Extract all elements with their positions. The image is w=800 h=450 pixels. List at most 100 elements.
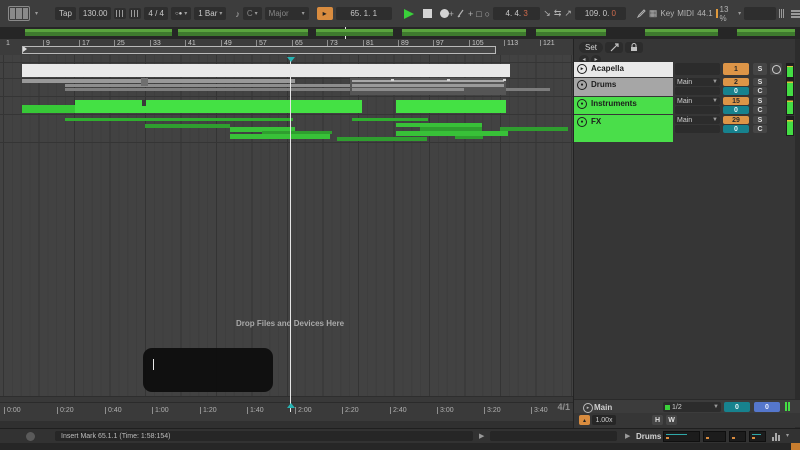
track-fold-icon[interactable]: ● [577,80,587,90]
mixer-view-icon[interactable] [779,9,784,19]
track-name-band[interactable]: ● FX [574,115,673,142]
key-map-button[interactable]: Key [660,7,674,20]
nudge-up-button[interactable] [129,8,141,19]
help-icon[interactable] [26,432,35,441]
track-header-drums[interactable]: ● Drums Main▼ 2 0 S C [574,78,800,96]
solo-button[interactable]: S [753,78,767,86]
panel-scrollbar[interactable] [795,39,800,428]
beat-time-ruler[interactable]: 191725334149576573818997105113121 [0,39,573,56]
resize-corner-icon[interactable] [791,443,800,450]
track-name-band[interactable]: ● Instruments [574,97,673,114]
grid-value-menu[interactable]: 1/2 ▼ [663,402,721,412]
follow-button[interactable]: ▸ [317,7,333,20]
clip[interactable] [22,64,510,77]
punch-out-icon[interactable]: ↗ [564,7,572,20]
playback-speed-field[interactable]: 1.00x [592,415,616,425]
clip[interactable] [500,127,568,131]
metronome-dropdown-icon[interactable]: ▾ [184,10,187,17]
capture-midi-icon[interactable]: □ [476,7,481,20]
midi-map-button[interactable]: MIDI [677,7,694,20]
automation-arm-icon[interactable] [457,7,465,20]
link-icon[interactable] [605,42,623,53]
track-header-fx[interactable]: ● FX Main▼ 29 0 S C [574,115,800,142]
device-thumbnail[interactable] [663,431,700,442]
hear-button[interactable]: H [652,415,663,425]
expand-arrow-icon[interactable]: ▶ [479,432,484,440]
stop-button[interactable] [423,9,432,18]
quantize-dropdown-icon[interactable]: ▾ [219,10,222,17]
cue-button[interactable]: C [753,87,767,95]
main-fold-icon[interactable]: ▸ [583,403,593,413]
routing-menu[interactable]: Main▼ [675,78,720,86]
track-header-instruments[interactable]: ● Instruments Main▼ 15 0 S C [574,97,800,114]
time-signature-field[interactable]: 4 / 4 [144,7,168,20]
clip[interactable] [22,79,295,83]
track-fold-icon[interactable]: ▸ [577,64,587,74]
playhead-line[interactable] [290,57,291,412]
tempo-follower-icon[interactable]: ▴ [579,415,590,425]
clip[interactable] [230,134,330,139]
scale-menu[interactable]: Major ▾ [265,7,309,20]
clip[interactable] [455,136,483,139]
clip[interactable] [396,131,508,136]
track-fold-icon[interactable]: ● [577,99,587,109]
device-thumbnail[interactable] [703,431,726,442]
track-fold-icon[interactable]: ● [577,117,587,127]
clip[interactable] [141,78,148,86]
routing-menu[interactable]: Main▼ [675,116,720,124]
reenable-automation-icon[interactable]: + [468,7,473,20]
text-entry-box[interactable] [143,348,273,392]
routing-sub-cell[interactable] [675,125,720,133]
lock-icon[interactable] [625,42,643,53]
clip[interactable] [352,118,428,121]
arm-button[interactable] [770,63,782,75]
send-value[interactable]: 0 [723,106,749,114]
cpu-dropdown-icon[interactable]: ▾ [738,10,741,17]
device-thumbnail[interactable] [729,431,746,442]
clip[interactable] [352,88,464,91]
punch-in-icon[interactable]: ↘ [543,7,551,20]
track-name-band[interactable]: ▸ Acapella [574,62,673,77]
main-pan-value[interactable]: 0 [754,402,780,412]
arrangement-position-field[interactable]: 65. 1. 1 [336,7,392,20]
layout-panels-icon[interactable] [8,6,30,21]
track-header-acapella[interactable]: ▸ Acapella 1 S [574,62,800,77]
cpu-meter[interactable]: 13 % ▾ [716,7,741,20]
track-number-badge[interactable]: 2 [723,78,749,86]
write-button[interactable]: W [666,415,677,425]
tap-tempo-button[interactable]: Tap [55,7,76,20]
scale-dropdown-icon[interactable]: ▾ [302,10,305,17]
draw-mode-icon[interactable] [637,7,646,20]
clip[interactable] [75,100,362,113]
clip[interactable] [352,80,504,82]
tempo-field[interactable]: 130.00 [79,7,111,20]
clip[interactable] [22,105,75,113]
layout-dropdown-icon[interactable]: ▾ [35,10,38,17]
track-lane-fx[interactable] [0,115,573,143]
routing-cell-empty[interactable] [675,63,720,75]
meter-dropdown-icon[interactable]: ▾ [786,432,789,439]
clip[interactable] [352,84,504,87]
cue-button[interactable]: C [753,125,767,133]
track-lane-acapella[interactable] [0,62,573,79]
clip[interactable] [65,118,293,121]
clip[interactable] [337,137,427,141]
key-root-dropdown-icon[interactable]: ▾ [255,10,258,17]
session-record-icon[interactable]: ○ [485,7,490,20]
loop-start-field[interactable]: 4. 4. 3 [493,7,540,20]
clip[interactable] [391,79,394,81]
track-number-badge[interactable]: 29 [723,116,749,124]
send-value[interactable]: 0 [723,87,749,95]
track-lane-instruments[interactable] [0,97,573,115]
clip[interactable] [142,100,146,106]
quantize-menu[interactable]: 1 Bar ▾ [194,7,226,20]
insert-marker-icon[interactable] [287,57,295,62]
record-button[interactable] [440,9,449,18]
device-track-name[interactable]: Drums [636,432,661,441]
clip[interactable] [145,124,230,128]
play-button[interactable] [404,9,414,19]
device-thumbnail[interactable] [749,431,766,442]
solo-button[interactable]: S [753,97,767,105]
clip[interactable] [396,100,506,113]
clip[interactable] [447,79,450,81]
